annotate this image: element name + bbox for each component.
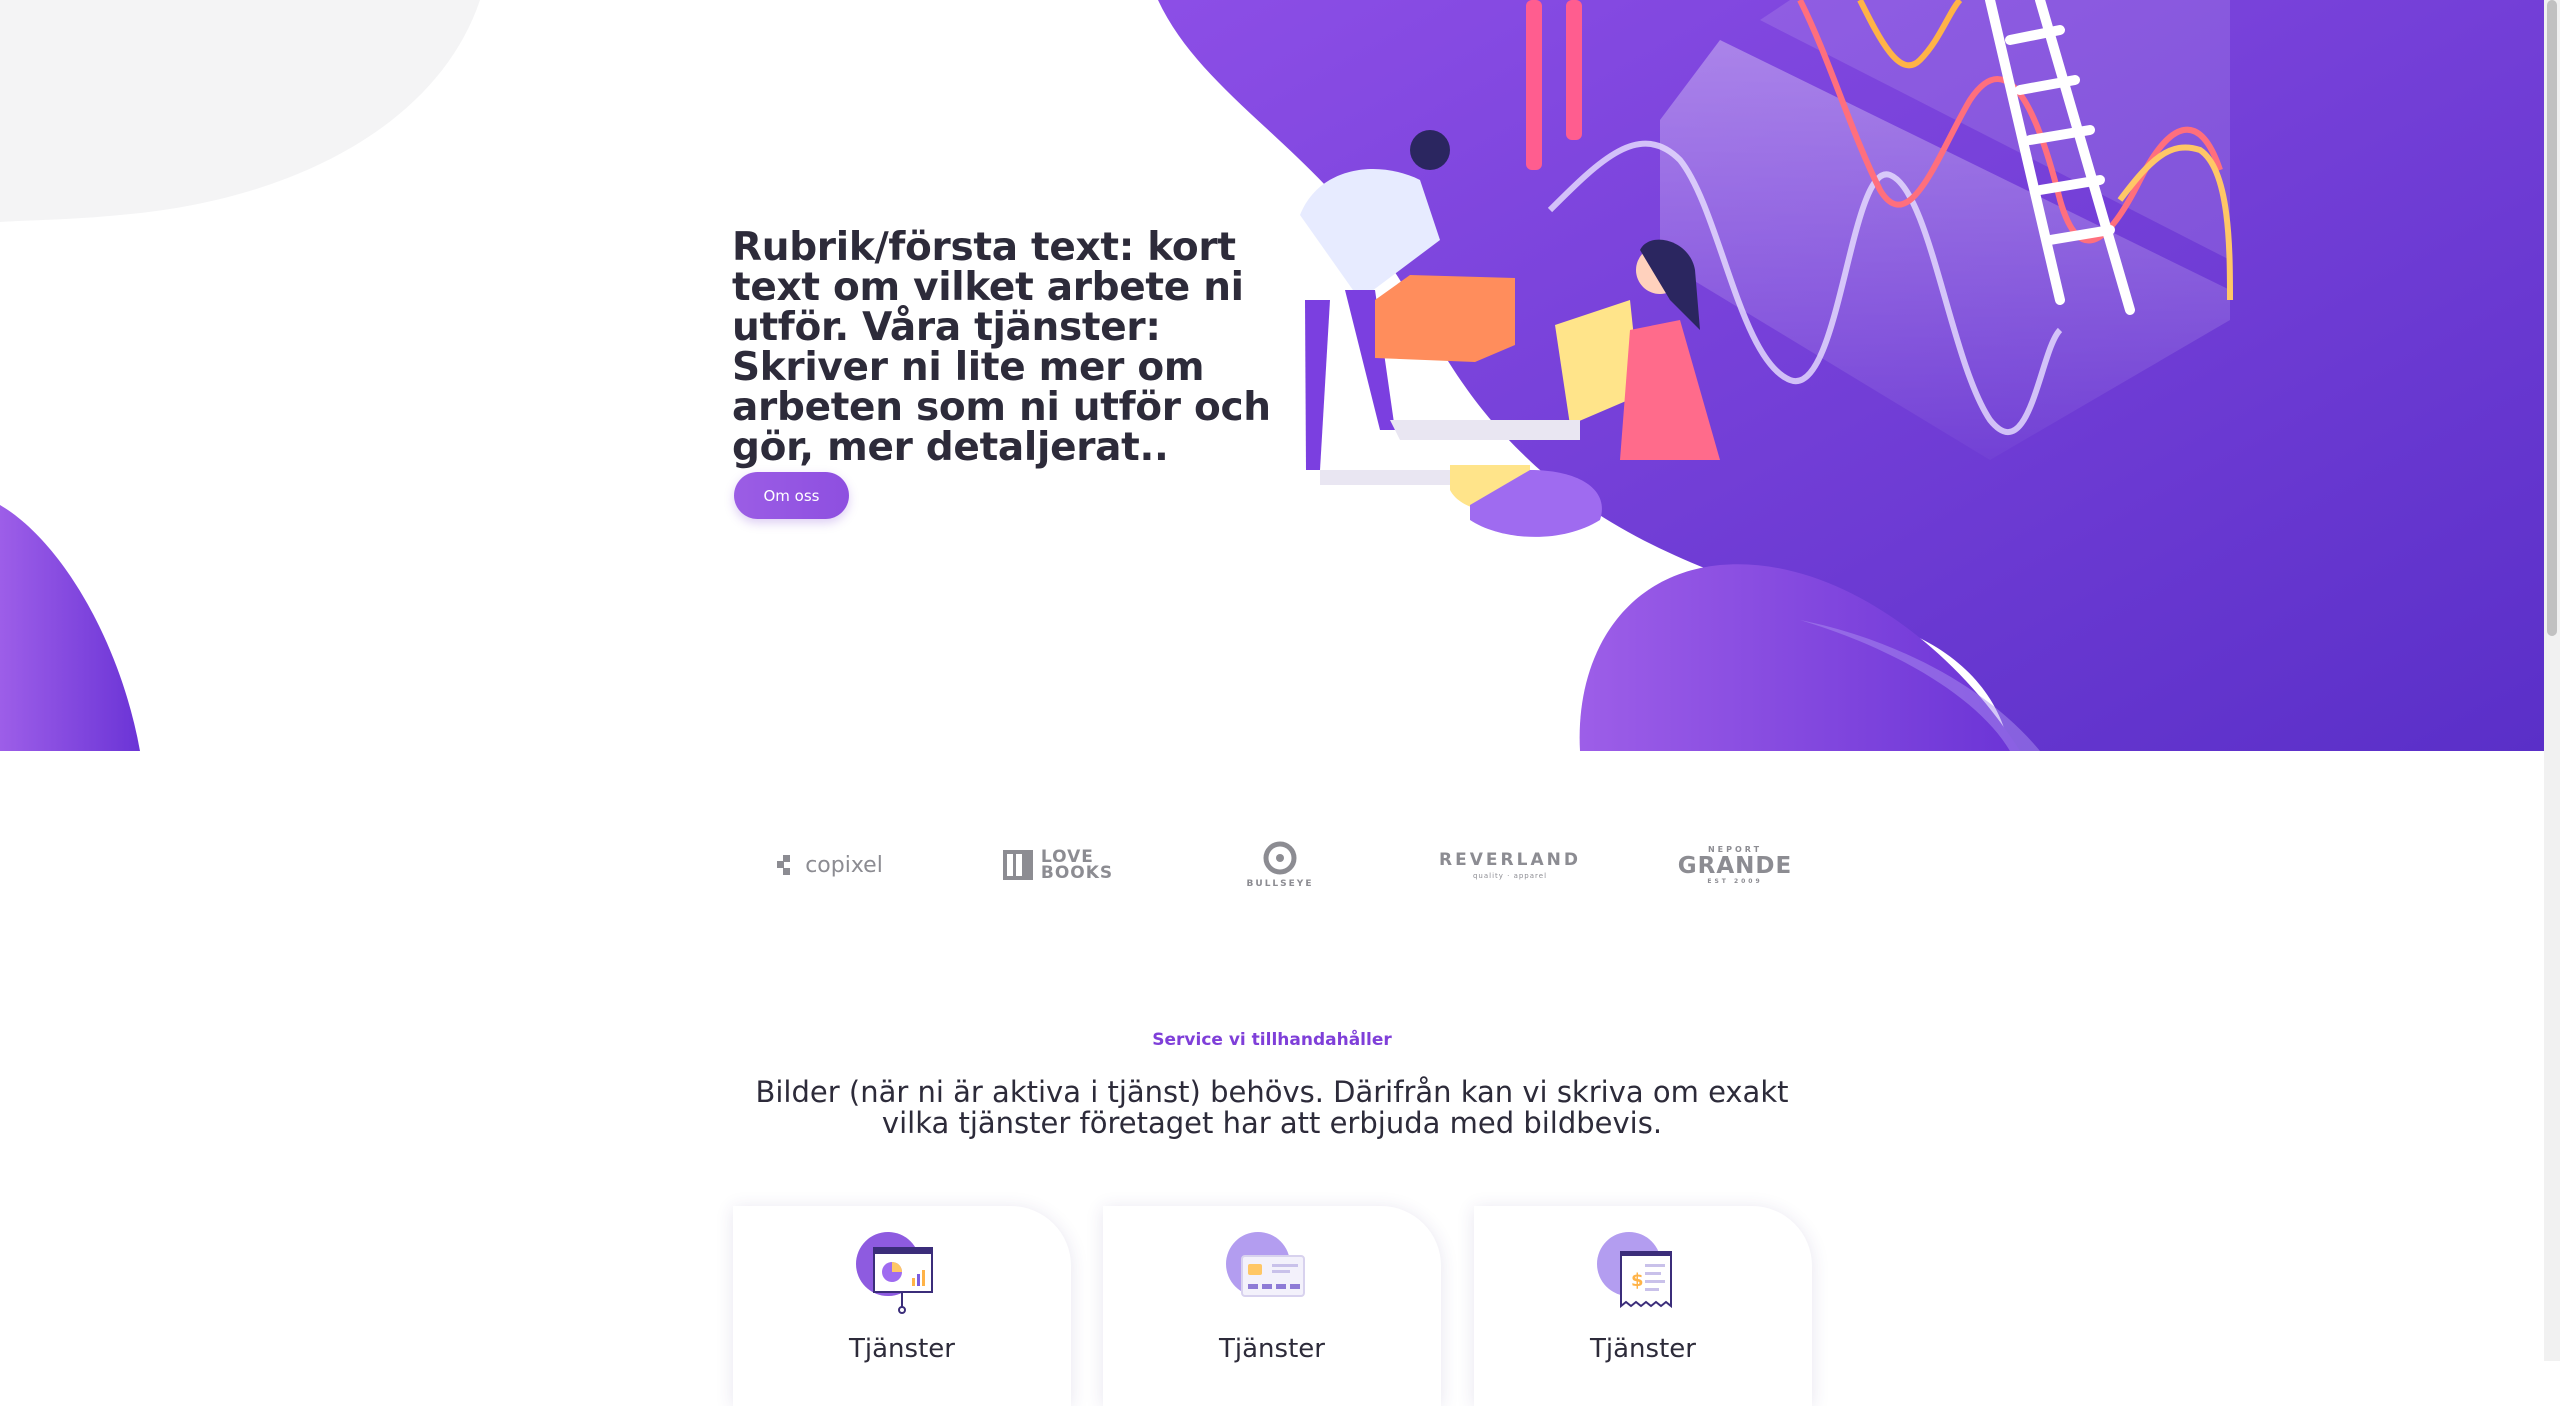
book-mark-icon	[1002, 850, 1033, 880]
bullseye-text: BULLSEYE	[1246, 879, 1314, 889]
love-books-line2: BOOKS	[1040, 863, 1114, 883]
copixel-text: copixel	[805, 852, 883, 878]
logo-reverland: REVERLAND quality · apparel	[1430, 830, 1590, 900]
grande-tiny-text: EST 2009	[1707, 878, 1763, 885]
reverland-subtext: quality · apparel	[1472, 872, 1548, 880]
service-card[interactable]: $ Tjänster	[1474, 1206, 1812, 1406]
love-books-text: LOVE BOOKS	[1040, 849, 1114, 883]
logo-bullseye: BULLSEYE	[1210, 830, 1350, 900]
svg-text:$: $	[1631, 1270, 1644, 1291]
credit-card-icon	[1226, 1232, 1305, 1297]
hero-headline: Rubrik/första text: kort text om vilket …	[732, 225, 1271, 470]
services-lead: Bilder (när ni är aktiva i tjänst) behöv…	[755, 1075, 1789, 1140]
page-scrollbar[interactable]	[2544, 0, 2560, 1361]
service-card[interactable]: Tjänster	[1103, 1206, 1441, 1406]
hero-section: Rubrik/första text: kort text om vilket …	[0, 0, 2544, 751]
service-card[interactable]: Tjänster	[733, 1206, 1071, 1406]
copixel-mark-icon	[777, 855, 791, 875]
service-card-title: Tjänster	[1219, 1334, 1325, 1364]
grande-text: GRANDE	[1677, 853, 1793, 879]
receipt-dollar-icon: $	[1597, 1232, 1672, 1309]
scrollbar-thumb[interactable]	[2547, 0, 2557, 636]
logo-grande: NEPORT GRANDE EST 2009	[1660, 830, 1810, 900]
partner-logos: copixel LOVE BOOKS BULLSEYE REVERLAND qu…	[730, 830, 1830, 930]
presentation-chart-icon	[856, 1232, 933, 1314]
reverland-text: REVERLAND	[1439, 850, 1581, 870]
service-card-title: Tjänster	[849, 1334, 955, 1364]
about-us-button[interactable]: Om oss	[734, 472, 849, 519]
target-icon	[1263, 841, 1297, 875]
logo-love-books: LOVE BOOKS	[988, 830, 1128, 900]
service-card-title: Tjänster	[1590, 1334, 1696, 1364]
services-eyebrow: Service vi tillhandahåller	[1152, 1030, 1392, 1050]
logo-copixel: copixel	[760, 830, 900, 900]
